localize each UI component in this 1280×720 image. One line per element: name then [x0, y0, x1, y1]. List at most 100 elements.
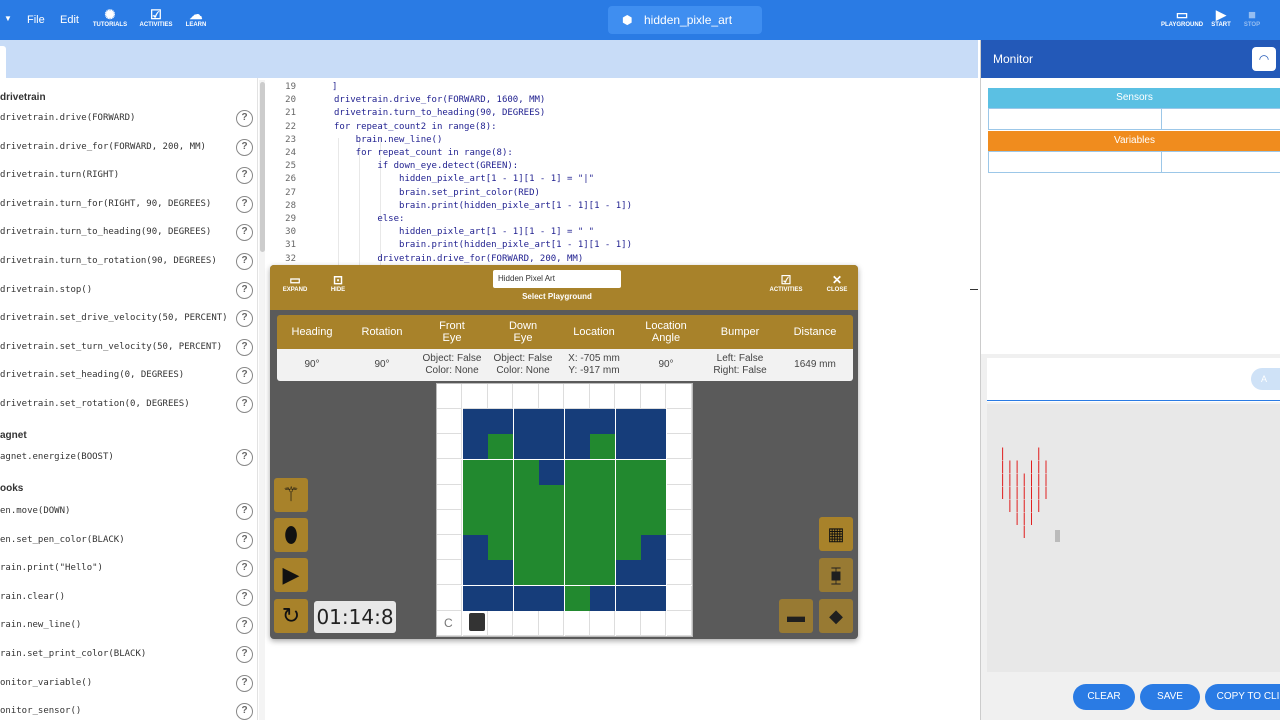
console-output-line: ||||||| [999, 485, 1050, 499]
grid-cell [590, 610, 615, 636]
code-line[interactable]: for repeat_count in range(8): [334, 148, 513, 158]
help-icon[interactable]: ? [236, 560, 253, 578]
location-button[interactable]: ⬮ [274, 518, 308, 552]
magic-wand-button[interactable]: ⚚ [274, 478, 308, 512]
sidebar-command[interactable]: rain.print("Hello") [0, 563, 103, 573]
print-console-toolbar [987, 358, 1280, 402]
help-icon[interactable]: ? [236, 396, 253, 413]
playground-grid: C [436, 383, 693, 637]
code-line[interactable]: brain.print(hidden_pixle_art[1 - 1][1 - … [334, 201, 632, 211]
grid-cell [564, 560, 590, 586]
stop-button[interactable]: ■ STOP [1232, 8, 1272, 28]
project-title[interactable]: ⬢ hidden_pixle_art [608, 6, 762, 34]
help-icon[interactable]: ? [236, 253, 253, 270]
pg-activities-button[interactable]: ☑ ACTIVITIES [764, 273, 808, 293]
sidebar-command[interactable]: agnet.energize(BOOST) [0, 452, 114, 462]
add-button[interactable]: A [1251, 368, 1280, 390]
select-playground-label[interactable]: Select Playground [493, 292, 621, 301]
edit-menu[interactable]: Edit [60, 14, 79, 26]
playground-button[interactable]: ▭ PLAYGROUND [1160, 8, 1204, 28]
grid-cell [641, 434, 666, 460]
dashboard-icon[interactable]: ◠ [1252, 47, 1276, 71]
save-button[interactable]: SAVE [1140, 684, 1200, 710]
sidebar-command[interactable]: drivetrain.stop() [0, 285, 92, 295]
sidebar-command[interactable]: drivetrain.set_drive_velocity(50, PERCEN… [0, 313, 228, 323]
code-line[interactable]: if down_eye.detect(GREEN): [334, 161, 518, 171]
sidebar-command[interactable]: drivetrain.turn_to_heading(90, DEGREES) [0, 227, 211, 237]
sidebar-command[interactable]: rain.new_line() [0, 620, 81, 630]
sidebar-command[interactable]: rain.set_print_color(BLACK) [0, 649, 146, 659]
sidebar-command[interactable]: drivetrain.turn(RIGHT) [0, 170, 119, 180]
close-button[interactable]: ✕ CLOSE [815, 273, 859, 293]
sidebar-command[interactable]: onitor_sensor() [0, 706, 81, 716]
sidebar-command[interactable]: drivetrain.drive_for(FORWARD, 200, MM) [0, 142, 206, 152]
code-line[interactable]: for repeat_count2 in range(8): [334, 122, 497, 132]
help-icon[interactable]: ? [236, 224, 253, 242]
code-line[interactable]: brain.new_line() [334, 135, 443, 145]
help-icon[interactable]: ? [236, 646, 253, 663]
sidebar-command[interactable]: drivetrain.set_rotation(0, DEGREES) [0, 399, 190, 409]
sidebar-command[interactable]: drivetrain.turn_to_rotation(90, DEGREES) [0, 256, 217, 266]
code-line[interactable]: ] [332, 82, 337, 92]
help-icon[interactable]: ? [236, 138, 253, 156]
robot-view-button[interactable]: ⧯ [819, 558, 853, 592]
console-output-line: ||| [999, 511, 1036, 525]
sidebar-scroll-thumb[interactable] [260, 82, 265, 252]
code-line[interactable]: drivetrain.drive_for(FORWARD, 1600, MM) [334, 95, 545, 105]
sidebar-command[interactable]: en.set_pen_color(BLACK) [0, 535, 125, 545]
help-icon[interactable]: ? [236, 167, 253, 185]
sidebar-command[interactable]: onitor_variable() [0, 678, 92, 688]
help-icon[interactable]: ? [236, 503, 253, 520]
playground-window: ▭ EXPAND ⊡ HIDE Hidden Pixel Art Select Pl… [270, 265, 858, 639]
help-icon[interactable]: ? [236, 674, 253, 692]
splitter-handle[interactable] [970, 289, 978, 290]
code-line[interactable]: hidden_pixle_art[1 - 1][1 - 1] = " " [334, 227, 594, 237]
sidebar-command[interactable]: drivetrain.set_heading(0, DEGREES) [0, 370, 184, 380]
sidebar-command[interactable]: en.move(DOWN) [0, 506, 70, 516]
help-icon[interactable]: ? [236, 110, 253, 127]
help-icon[interactable]: ? [236, 531, 253, 549]
menu-chevron-icon[interactable]: ▼ [4, 14, 12, 23]
play-button[interactable]: ▶ [274, 558, 308, 592]
sensor-value: 90° [658, 359, 674, 370]
code-line[interactable]: hidden_pixle_art[1 - 1][1 - 1] = "|" [334, 174, 594, 184]
sidebar-command[interactable]: drivetrain.set_turn_velocity(50, PERCENT… [0, 342, 222, 352]
help-icon[interactable]: ? [236, 367, 253, 385]
hide-button[interactable]: ⊡ HIDE [316, 273, 360, 293]
expand-button[interactable]: ▭ EXPAND [273, 273, 317, 293]
help-icon[interactable]: ? [236, 588, 253, 606]
learn-button[interactable]: ☁ LEARN [176, 8, 216, 28]
play-icon: ▶ [282, 562, 300, 587]
activities-button[interactable]: ☑ ACTIVITIES [136, 8, 176, 28]
sidebar-command[interactable]: drivetrain.turn_for(RIGHT, 90, DEGREES) [0, 199, 211, 209]
help-icon[interactable]: ? [236, 338, 253, 356]
console-output-line: | [999, 524, 1028, 538]
activities-icon: ☑ [780, 273, 792, 287]
code-line[interactable]: drivetrain.turn_to_heading(90, DEGREES) [334, 108, 545, 118]
camera-rotate-button[interactable]: ◆ [819, 599, 853, 633]
help-icon[interactable]: ? [236, 195, 253, 213]
hide-icon: ⊡ [332, 273, 344, 287]
active-tab[interactable] [0, 46, 6, 78]
sidebar-command[interactable]: drivetrain.drive(FORWARD) [0, 113, 135, 123]
camera-button[interactable]: ▬ [779, 599, 813, 633]
code-line[interactable]: else: [334, 214, 404, 224]
playground-name-input[interactable]: Hidden Pixel Art [493, 270, 621, 288]
code-line[interactable]: brain.print(hidden_pixle_art[1 - 1][1 - … [334, 240, 632, 250]
help-icon[interactable]: ? [236, 617, 253, 635]
sidebar-command[interactable]: rain.clear() [0, 592, 65, 602]
help-icon[interactable]: ? [236, 449, 253, 466]
code-line[interactable]: brain.set_print_color(RED) [334, 188, 540, 198]
copy-to-clipboard-button[interactable]: COPY TO CLI [1205, 684, 1280, 710]
grid-cell [513, 459, 539, 485]
grid-view-button[interactable]: ▦ [819, 517, 853, 551]
help-icon[interactable]: ? [236, 703, 253, 720]
reset-button[interactable]: ↻ [274, 599, 308, 633]
code-line[interactable]: drivetrain.drive_for(FORWARD, 200, MM) [334, 254, 583, 264]
clear-button[interactable]: CLEAR [1073, 684, 1135, 710]
grid-cell [462, 510, 488, 535]
file-menu[interactable]: File [27, 14, 45, 26]
tutorials-button[interactable]: ✺ TUTORIALS [90, 8, 130, 28]
help-icon[interactable]: ? [236, 310, 253, 328]
help-icon[interactable]: ? [236, 281, 253, 299]
